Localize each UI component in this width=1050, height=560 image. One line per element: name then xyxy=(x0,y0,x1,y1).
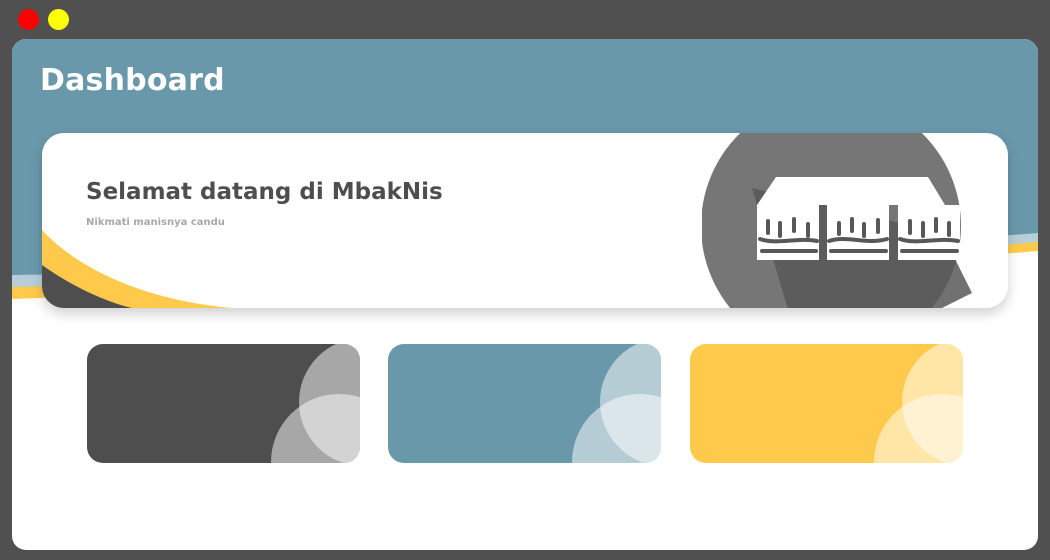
card-bubble-decoration xyxy=(690,344,963,463)
page-title: Dashboard xyxy=(40,63,225,98)
dashboard-card-yellow[interactable] xyxy=(690,344,963,463)
dashboard-card-blue[interactable] xyxy=(388,344,661,463)
card-bubble-decoration xyxy=(87,344,360,463)
welcome-banner: Selamat datang di MbakNis Nikmati manisn… xyxy=(42,133,1008,308)
welcome-title: Selamat datang di MbakNis xyxy=(86,179,443,205)
market-stall-icon xyxy=(702,133,972,308)
welcome-subtitle: Nikmati manisnya candu xyxy=(86,217,225,228)
app-window: Dashboard Selamat datang di MbakNis Nikm… xyxy=(12,39,1038,550)
close-dot[interactable] xyxy=(18,9,39,30)
dashboard-card-dark[interactable] xyxy=(87,344,360,463)
card-bubble-decoration xyxy=(388,344,661,463)
minimize-dot[interactable] xyxy=(48,9,69,30)
